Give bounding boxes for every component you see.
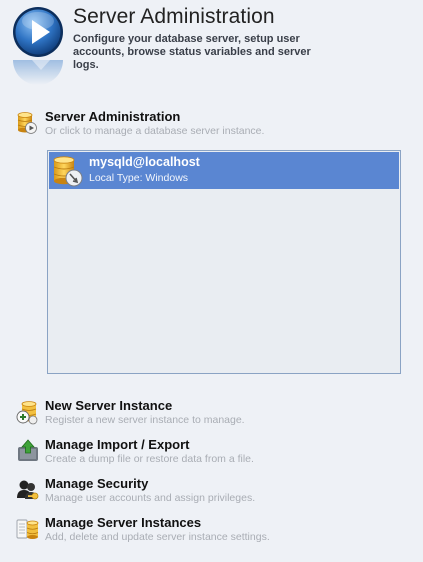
manage-import-export-link[interactable]: Manage Import / Export — [45, 437, 189, 452]
manage-server-instances-link[interactable]: Manage Server Instances — [45, 515, 201, 530]
new-server-instance-link[interactable]: New Server Instance — [45, 398, 172, 413]
page-title: Server Administration — [73, 5, 275, 28]
manage-server-instances-desc: Add, delete and update server instance s… — [45, 531, 270, 543]
play-icon — [13, 7, 63, 57]
new-server-instance-desc: Register a new server instance to manage… — [45, 414, 245, 426]
play-icon-reflection — [13, 60, 63, 85]
header: Server Administration Configure your dat… — [0, 0, 423, 100]
database-server-icon — [53, 156, 83, 187]
manage-security-link[interactable]: Manage Security — [45, 476, 148, 491]
server-instances-icon[interactable] — [16, 517, 40, 541]
new-instance-icon[interactable] — [16, 401, 40, 425]
server-info: Local Type: Windows — [89, 172, 189, 184]
import-export-icon[interactable] — [16, 439, 40, 463]
database-play-icon — [17, 112, 37, 134]
section-title: Server Administration — [45, 109, 181, 124]
server-instance-item[interactable]: mysqld@localhost Local Type: Windows — [49, 152, 399, 189]
page-description: Configure your database server, setup us… — [73, 33, 311, 71]
manage-import-export-desc: Create a dump file or restore data from … — [45, 453, 254, 465]
section-subtitle: Or click to manage a database server ins… — [45, 125, 265, 137]
manage-security-desc: Manage user accounts and assign privileg… — [45, 492, 256, 504]
server-administration-panel: Server Administration Configure your dat… — [0, 0, 423, 562]
security-icon[interactable] — [16, 478, 40, 502]
server-name: mysqld@localhost — [89, 155, 200, 169]
server-instance-list[interactable]: mysqld@localhost Local Type: Windows — [47, 150, 401, 374]
